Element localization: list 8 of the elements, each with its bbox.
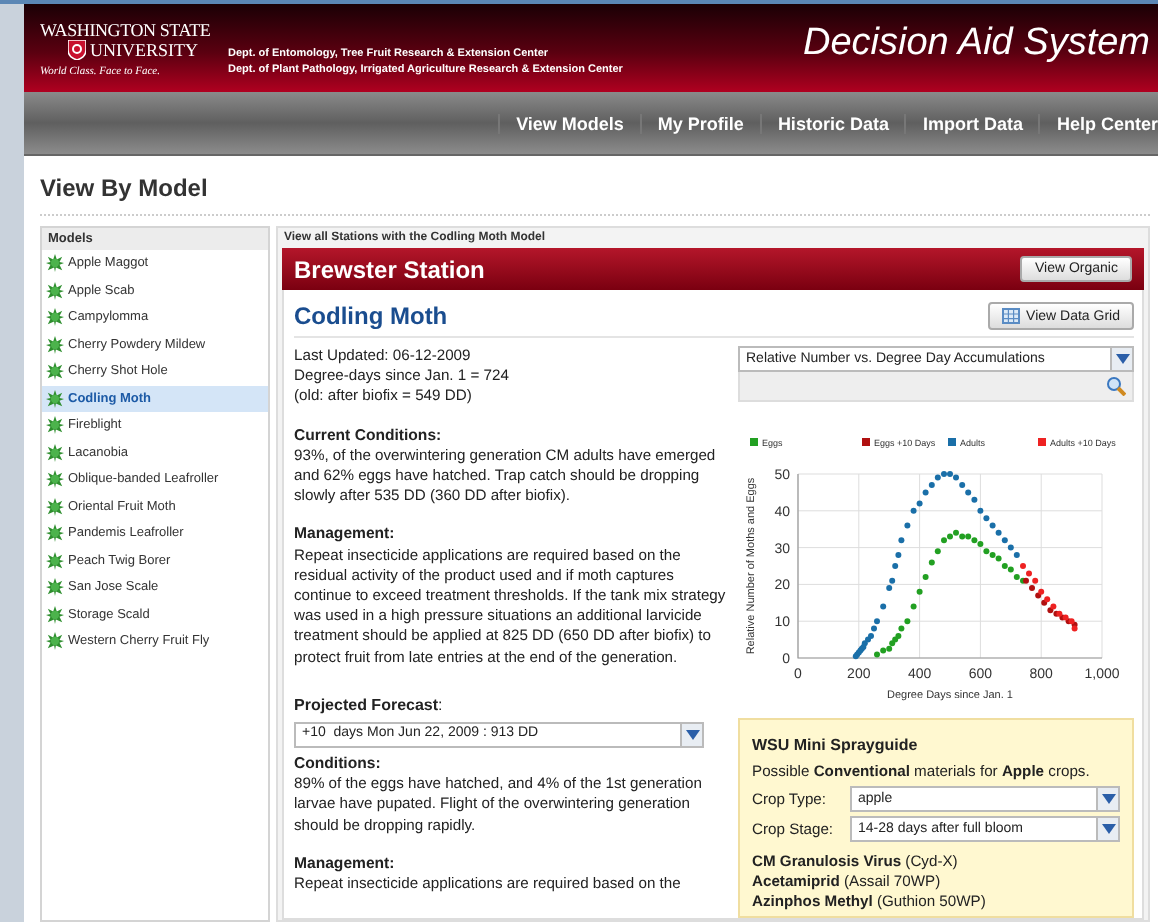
page-title: View By Model [40, 156, 1150, 216]
forecast-label: Projected Forecast: [294, 695, 445, 717]
station-name: Brewster Station [294, 255, 485, 283]
sprayguide-title: WSU Mini Sprayguide [752, 736, 920, 756]
university-name: UNIVERSITY [90, 39, 198, 59]
site-title: Decision Aid System [802, 22, 1150, 66]
university-name: WASHINGTON STATE [40, 19, 211, 39]
model-title: Codling Moth [294, 302, 448, 330]
